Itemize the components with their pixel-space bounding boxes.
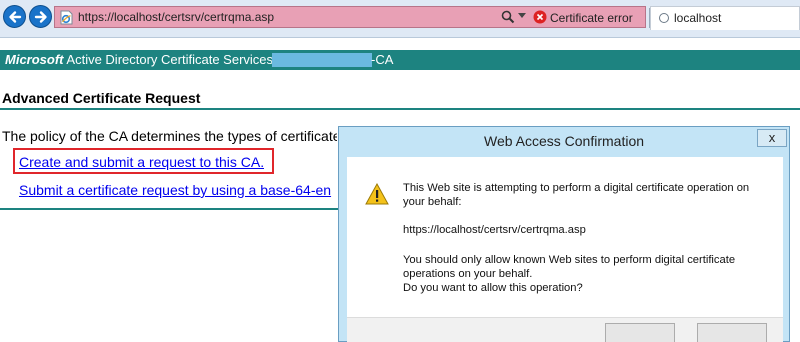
browser-tab[interactable]: localhost: [650, 6, 800, 30]
address-url: https://localhost/certsrv/certrqma.asp: [78, 10, 275, 24]
dialog-question: Do you want to allow this operation?: [403, 282, 583, 294]
dialog-warning-line1: You should only allow known Web sites to…: [403, 254, 736, 266]
ca-banner: Microsoft Active Directory Certificate S…: [0, 50, 800, 70]
dialog-title: Web Access Confirmation: [483, 133, 645, 149]
dialog-url: https://localhost/certsrv/certrqma.asp: [403, 224, 586, 236]
search-icon[interactable]: [501, 10, 515, 24]
banner-title: Active Directory Certificate Services –: [66, 52, 284, 67]
ca-suffix: -CA: [371, 52, 394, 67]
banner-text: Microsoft Active Directory Certificate S…: [5, 52, 284, 67]
loading-spinner-icon: [659, 13, 669, 23]
intro-text: The policy of the CA determines the type…: [2, 128, 337, 144]
redacted-ca-name: [272, 53, 372, 67]
ie-page-icon: [60, 10, 73, 25]
warning-icon: [365, 183, 389, 205]
back-button[interactable]: [3, 5, 26, 28]
close-button[interactable]: x: [757, 129, 787, 147]
web-access-confirmation-dialog: Web Access Confirmation x This Web site …: [338, 126, 790, 342]
create-request-link[interactable]: Create and submit a request to this CA.: [19, 154, 264, 170]
dialog-message-line1: This Web site is attempting to perform a…: [403, 182, 750, 194]
dialog-warning-line2: operations on your behalf.: [403, 268, 533, 280]
heading-rule: [0, 108, 800, 110]
certificate-error-icon[interactable]: [533, 10, 547, 24]
tab-title: localhost: [674, 11, 722, 25]
forward-arrow-icon: [34, 11, 47, 23]
yes-button[interactable]: [605, 323, 675, 342]
forward-button[interactable]: [29, 5, 52, 28]
certificate-error-label[interactable]: Certificate error: [550, 11, 633, 25]
chevron-down-icon[interactable]: [518, 13, 526, 19]
address-bar[interactable]: https://localhost/certsrv/certrqma.asp C…: [54, 6, 646, 28]
dialog-body: This Web site is attempting to perform a…: [347, 157, 783, 342]
footer-rule: [0, 208, 338, 210]
no-button[interactable]: [697, 323, 767, 342]
dialog-message-line2: your behalf:: [403, 196, 462, 208]
browser-toolbar: https://localhost/certsrv/certrqma.asp C…: [0, 0, 800, 38]
dialog-button-bar: [347, 317, 783, 342]
banner-brand: Microsoft: [5, 52, 64, 67]
page-title: Advanced Certificate Request: [2, 90, 201, 106]
base64-request-link[interactable]: Submit a certificate request by using a …: [19, 182, 337, 198]
back-arrow-icon: [9, 11, 22, 23]
